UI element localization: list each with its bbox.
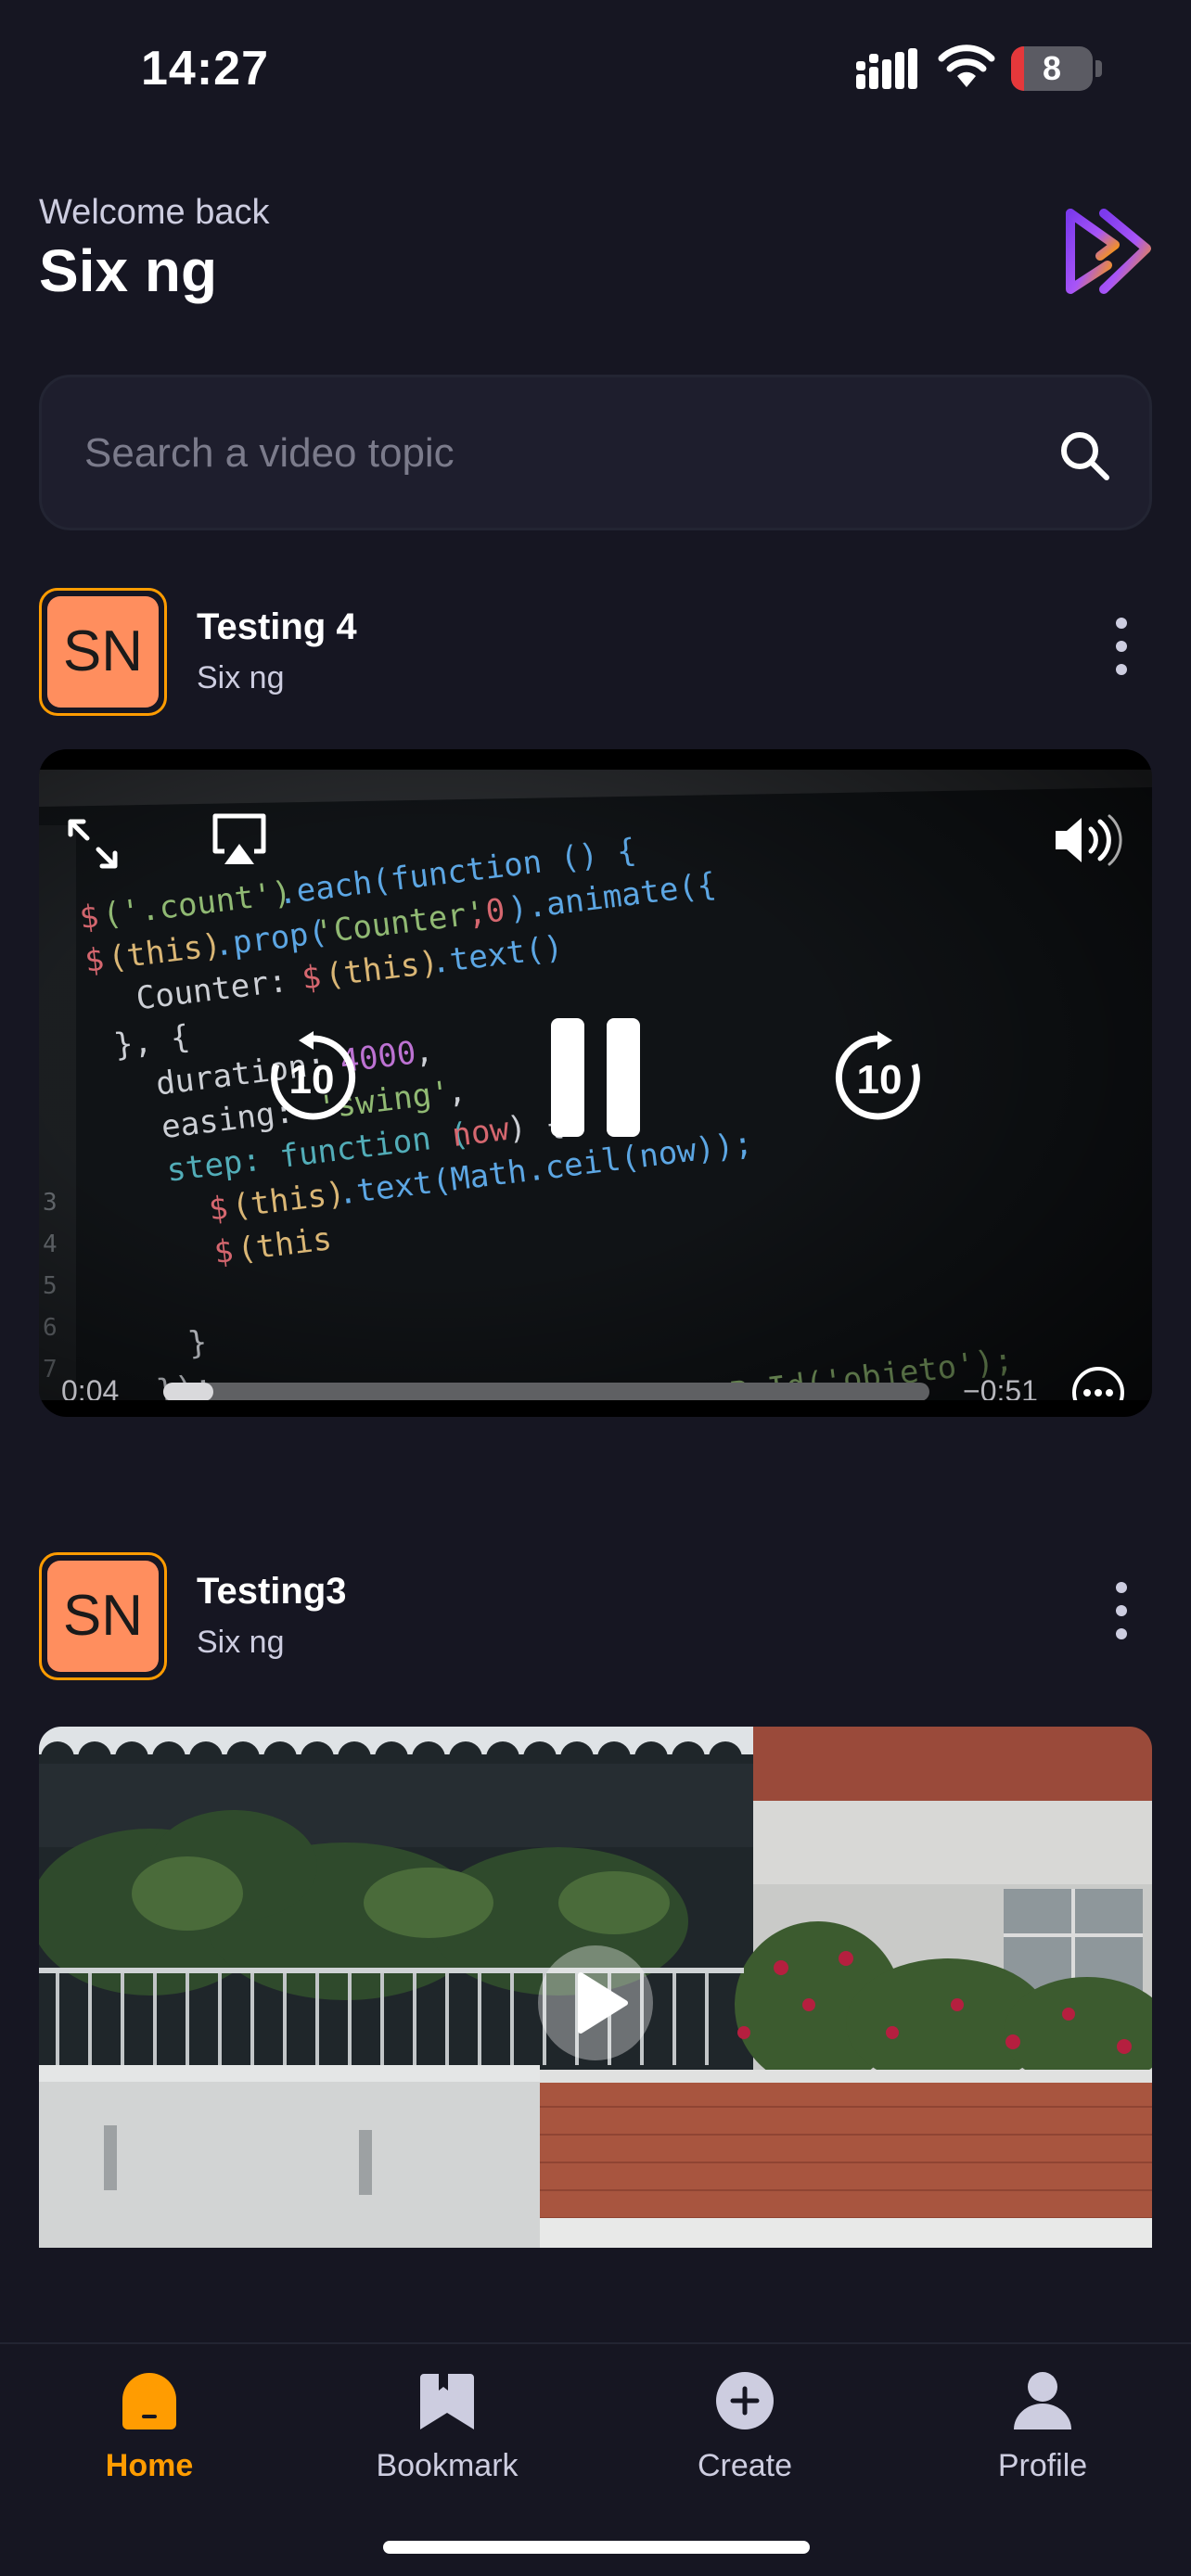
- fullscreen-icon[interactable]: [65, 816, 121, 872]
- user-name: Six ng: [39, 237, 218, 304]
- post-title: Testing3: [197, 1571, 347, 1612]
- search-icon[interactable]: [1057, 427, 1112, 483]
- progress-bar[interactable]: [163, 1383, 929, 1400]
- tab-bookmark[interactable]: Bookmark: [336, 2357, 558, 2496]
- avatar-initials: SN: [47, 596, 159, 708]
- wifi-icon: [938, 45, 995, 87]
- tab-profile-label: Profile: [997, 2448, 1088, 2483]
- search-bar: [39, 375, 1152, 530]
- battery-percent: 8: [1042, 49, 1062, 87]
- skip-forward-seconds: 10: [856, 1057, 903, 1103]
- app-logo-icon: [1066, 209, 1151, 294]
- elapsed-time: 0:04: [61, 1374, 120, 1400]
- airplay-icon[interactable]: [210, 810, 269, 870]
- post-author: Six ng: [197, 660, 285, 695]
- skip-back-seconds: 10: [288, 1057, 335, 1103]
- pause-icon[interactable]: [549, 1018, 642, 1137]
- remaining-time: −0:51: [963, 1374, 1038, 1400]
- play-icon: [578, 1972, 628, 2034]
- more-options-icon[interactable]: [1108, 614, 1135, 679]
- avatar-initials: SN: [47, 1561, 159, 1672]
- progress-fill: [163, 1383, 213, 1400]
- volume-icon[interactable]: [1052, 814, 1122, 866]
- status-bar: 14:27 8: [0, 0, 1191, 139]
- tab-bookmark-label: Bookmark: [376, 2448, 519, 2483]
- profile-icon: [1014, 2372, 1071, 2429]
- skip-back-button[interactable]: 10: [265, 1031, 358, 1124]
- tab-home[interactable]: Home: [38, 2357, 261, 2496]
- plus-circle-icon: [716, 2372, 774, 2429]
- video-frame: $('.count').each(function () { $(this).p…: [39, 770, 1152, 1400]
- tab-home-label: Home: [105, 2448, 194, 2483]
- bookmark-icon: [420, 2374, 474, 2429]
- status-time: 14:27: [141, 42, 269, 96]
- play-button[interactable]: [538, 1945, 653, 2060]
- post-header: SN Testing 4 Six ng: [39, 588, 1152, 718]
- avatar[interactable]: SN: [39, 1552, 167, 1680]
- welcome-label: Welcome back: [39, 193, 270, 232]
- search-input[interactable]: [84, 414, 1012, 492]
- cellular-signal-icon: [856, 48, 917, 89]
- post-author: Six ng: [197, 1625, 285, 1660]
- tab-create-label: Create: [697, 2448, 793, 2483]
- avatar[interactable]: SN: [39, 588, 167, 716]
- more-options-icon[interactable]: [1108, 1578, 1135, 1643]
- more-controls-icon[interactable]: [1070, 1365, 1126, 1400]
- tab-create[interactable]: Create: [634, 2357, 856, 2496]
- video-player[interactable]: $('.count').each(function () { $(this).p…: [39, 749, 1152, 1417]
- tab-profile[interactable]: Profile: [931, 2357, 1154, 2496]
- battery-icon: 8: [1011, 46, 1104, 91]
- skip-forward-button[interactable]: 10: [833, 1031, 926, 1124]
- post-header: SN Testing3 Six ng: [39, 1552, 1152, 1682]
- home-icon: [122, 2373, 176, 2429]
- post-title: Testing 4: [197, 606, 357, 647]
- home-screen: 14:27 8 Welcome back Six ng Search a vid…: [0, 0, 1191, 2576]
- video-thumbnail[interactable]: [39, 1727, 1152, 2248]
- home-indicator[interactable]: [383, 2541, 810, 2554]
